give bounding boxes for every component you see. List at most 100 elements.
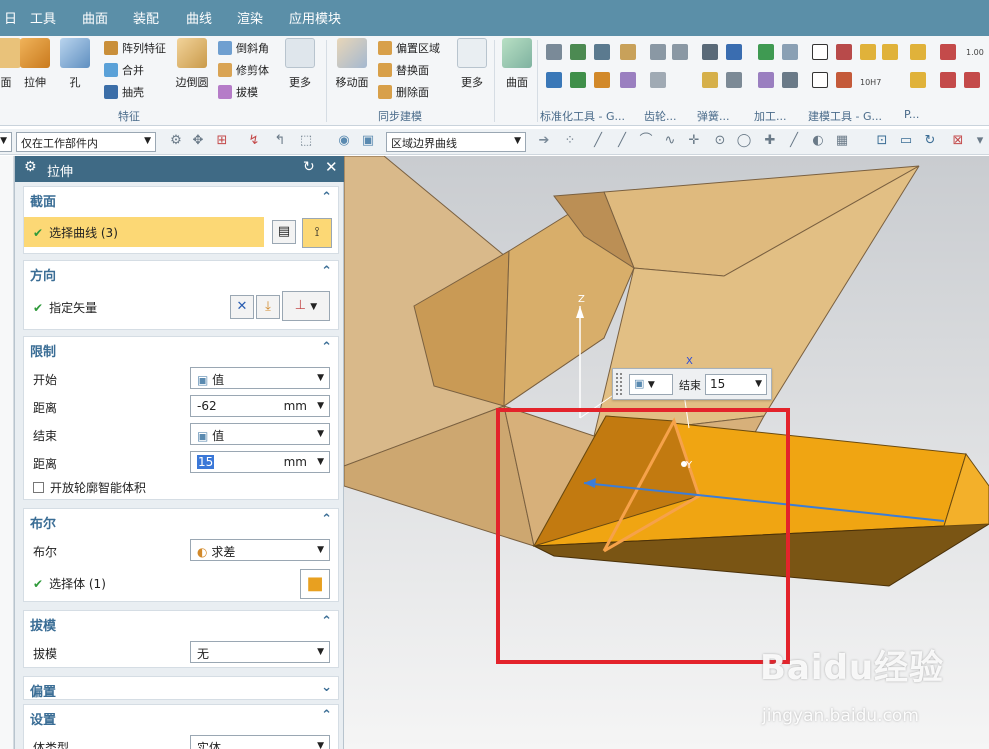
- pattern-feature-button[interactable]: 阵列特征: [104, 38, 166, 58]
- spring-tool-icon[interactable]: [702, 72, 718, 88]
- std-tool-icon[interactable]: [570, 72, 586, 88]
- circle-center-icon[interactable]: ⊙: [712, 133, 728, 149]
- end-type-select[interactable]: ▣ 值 ▼: [190, 423, 330, 445]
- select-icon[interactable]: ✥: [190, 133, 206, 149]
- line-icon[interactable]: ╱: [786, 133, 802, 149]
- grid-icon[interactable]: ▦: [834, 133, 850, 149]
- drag-grip-icon[interactable]: [616, 373, 622, 395]
- std-tool-icon[interactable]: [546, 72, 562, 88]
- snap-icon[interactable]: ◐: [810, 133, 826, 149]
- onscreen-type-dropdown[interactable]: ▣ ▼: [629, 374, 673, 395]
- misc-tool-icon[interactable]: [910, 72, 926, 88]
- display-icon[interactable]: ▭: [898, 133, 914, 149]
- checkbox-box[interactable]: [33, 482, 44, 493]
- group-machining[interactable]: 加工...: [754, 108, 787, 124]
- curve-rule-select[interactable]: 区域边界曲线 ▼: [386, 132, 526, 152]
- spring-tool-icon[interactable]: [726, 72, 742, 88]
- menu-item-surface[interactable]: 曲面: [82, 8, 108, 27]
- machining-tool-icon[interactable]: [758, 72, 774, 88]
- machining-tool-icon[interactable]: [782, 44, 798, 60]
- end-distance-input[interactable]: 15 mm ▼: [190, 451, 330, 473]
- modeling-tool-icon[interactable]: [860, 44, 876, 60]
- move-face-button[interactable]: 移动面: [332, 38, 372, 90]
- group-gear[interactable]: 齿轮...: [644, 108, 677, 124]
- scope-filter-select[interactable]: 仅在工作部件内 ▼: [16, 132, 156, 152]
- gear-icon[interactable]: ⚙: [24, 159, 37, 175]
- intersect-icon[interactable]: ✛: [686, 133, 702, 149]
- boolean-header[interactable]: 布尔 ⌃: [24, 509, 338, 533]
- resource-bar[interactable]: [0, 156, 14, 749]
- misc-tool-icon[interactable]: [940, 72, 956, 88]
- gear-tool-icon[interactable]: [650, 44, 666, 60]
- machining-tool-icon[interactable]: [782, 72, 798, 88]
- menu-item-tools[interactable]: 工具: [30, 8, 56, 27]
- type-filter-select[interactable]: ▼: [0, 132, 12, 152]
- crosshair-icon[interactable]: ✚: [762, 133, 778, 149]
- reset-icon[interactable]: ↻: [303, 159, 315, 175]
- gear-tool-icon[interactable]: [672, 44, 688, 60]
- curve-icon[interactable]: ⌒: [638, 133, 654, 149]
- select-body-button[interactable]: ■: [300, 569, 330, 599]
- snap-point-icon[interactable]: ⁘: [562, 133, 578, 149]
- tolerance-label[interactable]: 10H7: [860, 78, 881, 87]
- spring-tool-icon[interactable]: [702, 44, 718, 60]
- edge-blend-button[interactable]: 边倒圆: [172, 38, 212, 90]
- direction-header[interactable]: 方向 ⌃: [24, 261, 338, 285]
- group-std-tools[interactable]: 标准化工具 - G...: [540, 108, 625, 124]
- misc-tool-icon[interactable]: [964, 72, 980, 88]
- draft-type-select[interactable]: 无 ▼: [190, 641, 330, 663]
- limits-header[interactable]: 限制 ⌃: [24, 337, 338, 361]
- triangle-icon[interactable]: [812, 44, 828, 60]
- replace-face-button[interactable]: 替换面: [378, 60, 429, 80]
- std-tool-icon[interactable]: [620, 44, 636, 60]
- menu-item-partial[interactable]: 日: [4, 8, 17, 27]
- unite-button[interactable]: 合并: [104, 60, 144, 80]
- point-icon[interactable]: ↯: [246, 133, 262, 149]
- start-distance-input[interactable]: -62 mm ▼: [190, 395, 330, 417]
- rotate-icon[interactable]: ↻: [922, 133, 938, 149]
- render-style-icon[interactable]: ⊠: [950, 133, 966, 149]
- delete-face-button[interactable]: 删除面: [378, 82, 429, 102]
- draft-header[interactable]: 拔模 ⌃: [24, 611, 338, 635]
- select-curve-row[interactable]: ✔ 选择曲线 (3): [24, 217, 264, 247]
- settings-header[interactable]: 设置 ⌃: [24, 705, 338, 729]
- reverse-direction-button[interactable]: ✕: [230, 295, 254, 319]
- line-icon[interactable]: ╱: [614, 133, 630, 149]
- add-icon[interactable]: ⊞: [214, 133, 230, 149]
- more-sync-button[interactable]: 更多: [452, 38, 492, 90]
- circle-icon[interactable]: ◯: [736, 133, 752, 149]
- std-tool-icon[interactable]: [594, 72, 610, 88]
- offset-header[interactable]: 偏置 ⌄: [24, 677, 338, 701]
- menu-item-curve[interactable]: 曲线: [186, 8, 212, 27]
- spline-icon[interactable]: ∿: [662, 133, 678, 149]
- offset-region-button[interactable]: 偏置区域: [378, 38, 440, 58]
- menu-item-render[interactable]: 渲染: [237, 8, 263, 27]
- onscreen-end-input[interactable]: 15 ▼: [705, 374, 767, 395]
- modeling-tool-icon[interactable]: [836, 44, 852, 60]
- spring-tool-icon[interactable]: [726, 44, 742, 60]
- gear-tool-icon[interactable]: [650, 72, 666, 88]
- shell-button[interactable]: 抽壳: [104, 82, 144, 102]
- close-icon[interactable]: ✕: [325, 158, 338, 176]
- sketch-section-button[interactable]: ▤: [272, 220, 296, 244]
- cube-icon[interactable]: ▣: [360, 133, 376, 149]
- modeling-tool-icon[interactable]: [836, 72, 852, 88]
- arrow-right-icon[interactable]: ➔: [536, 133, 552, 149]
- misc-tool-icon[interactable]: [940, 44, 956, 60]
- menu-item-assembly[interactable]: 装配: [133, 8, 159, 27]
- boolean-type-select[interactable]: ◐ 求差 ▼: [190, 539, 330, 561]
- std-tool-icon[interactable]: [570, 44, 586, 60]
- chevron-down-icon[interactable]: ▾: [972, 133, 988, 149]
- draft-button[interactable]: 拔模: [218, 82, 258, 102]
- open-profile-checkbox[interactable]: 开放轮廓智能体积: [33, 479, 146, 496]
- lasso-icon[interactable]: ↰: [272, 133, 288, 149]
- body-type-select[interactable]: 实体 ▼: [190, 735, 330, 749]
- curve-select-button[interactable]: ⟟: [302, 218, 332, 248]
- line-icon[interactable]: ╱: [590, 133, 606, 149]
- std-tool-icon[interactable]: [594, 44, 610, 60]
- extrude-button[interactable]: 拉伸: [15, 38, 55, 90]
- group-spring[interactable]: 弹簧...: [697, 108, 730, 124]
- machining-tool-icon[interactable]: [758, 44, 774, 60]
- trim-body-button[interactable]: 修剪体: [218, 60, 269, 80]
- menu-item-app-modules[interactable]: 应用模块: [289, 8, 341, 27]
